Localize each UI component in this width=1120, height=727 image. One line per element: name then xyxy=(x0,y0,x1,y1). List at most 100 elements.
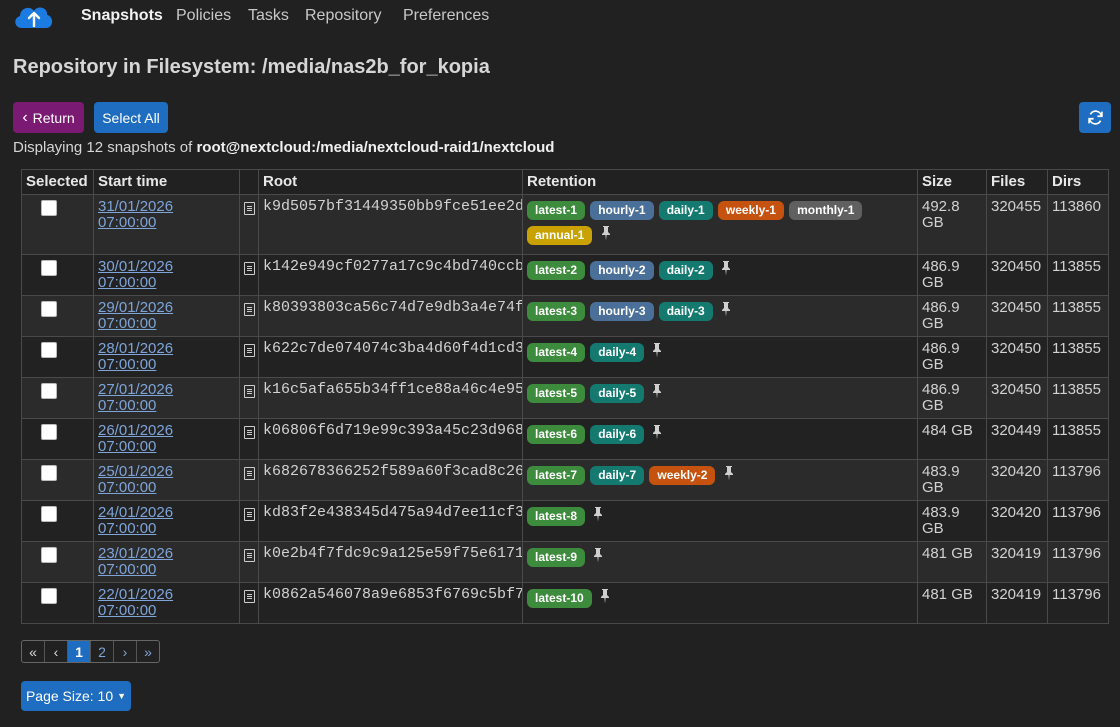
file-icon[interactable] xyxy=(244,202,255,215)
header-retention[interactable]: Retention xyxy=(522,169,918,195)
header-files[interactable]: Files xyxy=(986,169,1048,195)
file-icon[interactable] xyxy=(244,344,255,357)
pin-icon[interactable] xyxy=(651,424,663,440)
select-checkbox[interactable] xyxy=(41,200,57,216)
file-icon[interactable] xyxy=(244,426,255,439)
size-value: 481 GB xyxy=(922,545,973,562)
root-id: k80393803ca56c74d7e9db3a4e74f6ef3 xyxy=(258,295,523,337)
return-label: Return xyxy=(32,109,75,126)
refresh-button[interactable] xyxy=(1079,102,1111,133)
dirs-count: 113796 xyxy=(1047,541,1109,583)
select-checkbox[interactable] xyxy=(41,301,57,317)
start-time-cell: 25/01/2026 07:00:00 xyxy=(93,459,240,501)
start-time-link[interactable]: 23/01/2026 07:00:00 xyxy=(98,545,173,578)
table-row[interactable]: 27/01/2026 07:00:00 k16c5afa655b34ff1ce88a… xyxy=(21,377,1109,419)
page-prev-button[interactable]: ‹ xyxy=(45,641,68,662)
select-checkbox[interactable] xyxy=(41,547,57,563)
select-checkbox[interactable] xyxy=(41,465,57,481)
pin-icon[interactable] xyxy=(599,588,611,604)
select-checkbox[interactable] xyxy=(41,383,57,399)
pin-icon[interactable] xyxy=(720,260,732,276)
page-last-button[interactable]: » xyxy=(137,641,159,662)
table-row[interactable]: 31/01/2026 07:00:00 k9d5057bf31449350bb9fc… xyxy=(21,194,1109,255)
start-time-link[interactable]: 28/01/2026 07:00:00 xyxy=(98,340,173,373)
select-checkbox[interactable] xyxy=(41,424,57,440)
select-checkbox[interactable] xyxy=(41,260,57,276)
retention-badge: daily-6 xyxy=(590,425,645,444)
table-row[interactable]: 28/01/2026 07:00:00 k622c7de074074c3ba4d60… xyxy=(21,336,1109,378)
icon-cell xyxy=(239,582,259,624)
nav-repository[interactable]: Repository xyxy=(305,7,381,25)
pin-icon[interactable] xyxy=(600,225,612,241)
start-time-link[interactable]: 25/01/2026 07:00:00 xyxy=(98,463,173,496)
nav-preferences[interactable]: Preferences xyxy=(403,7,489,25)
files-count: 320449 xyxy=(986,418,1048,460)
table-row[interactable]: 26/01/2026 07:00:00 k06806f6d719e99c393a45… xyxy=(21,418,1109,460)
select-checkbox[interactable] xyxy=(41,506,57,522)
start-time-link[interactable]: 26/01/2026 07:00:00 xyxy=(98,422,173,455)
header-size[interactable]: Size xyxy=(917,169,987,195)
table-row[interactable]: 23/01/2026 07:00:00 k0e2b4f7fdc9c9a125e59f… xyxy=(21,541,1109,583)
page-1-button[interactable]: 1 xyxy=(68,641,91,662)
file-icon[interactable] xyxy=(244,385,255,398)
start-time: 07:00:00 xyxy=(98,356,157,373)
root-id: k0e2b4f7fdc9c9a125e59f75e6171a6a0 xyxy=(258,541,523,583)
select-cell xyxy=(21,254,94,296)
pin-icon[interactable] xyxy=(651,342,663,358)
start-time-link[interactable]: 24/01/2026 07:00:00 xyxy=(98,504,173,537)
retention-badge: weekly-1 xyxy=(717,201,784,220)
start-time-link[interactable]: 30/01/2026 07:00:00 xyxy=(98,258,173,291)
table-row[interactable]: 30/01/2026 07:00:00 k142e949cf0277a17c9c4b… xyxy=(21,254,1109,296)
start-date: 29/01/2026 xyxy=(98,299,174,316)
size-value: 483.9 xyxy=(922,504,960,521)
retention-badge: latest-8 xyxy=(527,507,586,526)
pin-icon[interactable] xyxy=(720,301,732,317)
pin-icon[interactable] xyxy=(592,547,604,563)
retention-badge: annual-1 xyxy=(527,226,593,245)
start-date: 25/01/2026 xyxy=(98,463,174,480)
kopia-cloud-logo-icon[interactable] xyxy=(12,2,56,30)
size-value: 484 GB xyxy=(922,422,973,439)
start-time-link[interactable]: 31/01/2026 07:00:00 xyxy=(98,198,173,231)
file-icon[interactable] xyxy=(244,590,255,603)
start-time-link[interactable]: 29/01/2026 07:00:00 xyxy=(98,299,173,332)
table-row[interactable]: 25/01/2026 07:00:00 k682678366252f589a60f3… xyxy=(21,459,1109,501)
size-cell: 492.8 GB xyxy=(917,194,987,255)
header-root[interactable]: Root xyxy=(258,169,523,195)
select-cell xyxy=(21,194,94,255)
start-time-link[interactable]: 22/01/2026 07:00:00 xyxy=(98,586,173,619)
table-row[interactable]: 29/01/2026 07:00:00 k80393803ca56c74d7e9db… xyxy=(21,295,1109,337)
select-checkbox[interactable] xyxy=(41,342,57,358)
file-icon[interactable] xyxy=(244,549,255,562)
root-id: k06806f6d719e99c393a45c23d9680894 xyxy=(258,418,523,460)
nav-policies[interactable]: Policies xyxy=(176,7,231,25)
table-row[interactable]: 24/01/2026 07:00:00 kd83f2e438345d475a94d7… xyxy=(21,500,1109,542)
file-icon[interactable] xyxy=(244,508,255,521)
header-selected[interactable]: Selected xyxy=(21,169,94,195)
header-start-time[interactable]: Start time xyxy=(93,169,240,195)
retention-badge: hourly-3 xyxy=(590,302,654,321)
page-size-dropdown[interactable]: Page Size: 10 ▼ xyxy=(21,681,131,711)
page-2-button[interactable]: 2 xyxy=(91,641,114,662)
root-id: k0862a546078a9e6853f6769c5bf70e45 xyxy=(258,582,523,624)
file-icon[interactable] xyxy=(244,303,255,316)
page-next-button[interactable]: › xyxy=(114,641,137,662)
file-icon[interactable] xyxy=(244,467,255,480)
header-dirs[interactable]: Dirs xyxy=(1047,169,1109,195)
nav-snapshots[interactable]: Snapshots xyxy=(81,7,163,25)
nav-tasks[interactable]: Tasks xyxy=(248,7,289,25)
select-checkbox[interactable] xyxy=(41,588,57,604)
page-first-button[interactable]: « xyxy=(22,641,45,662)
header-icon xyxy=(239,169,259,195)
table-row[interactable]: 22/01/2026 07:00:00 k0862a546078a9e6853f67… xyxy=(21,582,1109,624)
file-icon[interactable] xyxy=(244,262,255,275)
select-cell xyxy=(21,541,94,583)
pin-icon[interactable] xyxy=(592,506,604,522)
pin-icon[interactable] xyxy=(723,465,735,481)
select-all-button[interactable]: Select All xyxy=(94,102,168,133)
start-time-link[interactable]: 27/01/2026 07:00:00 xyxy=(98,381,173,414)
dirs-count: 113860 xyxy=(1047,194,1109,255)
retention-badge: latest-7 xyxy=(527,466,586,485)
return-button[interactable]: ‹ Return xyxy=(13,102,84,133)
pin-icon[interactable] xyxy=(651,383,663,399)
